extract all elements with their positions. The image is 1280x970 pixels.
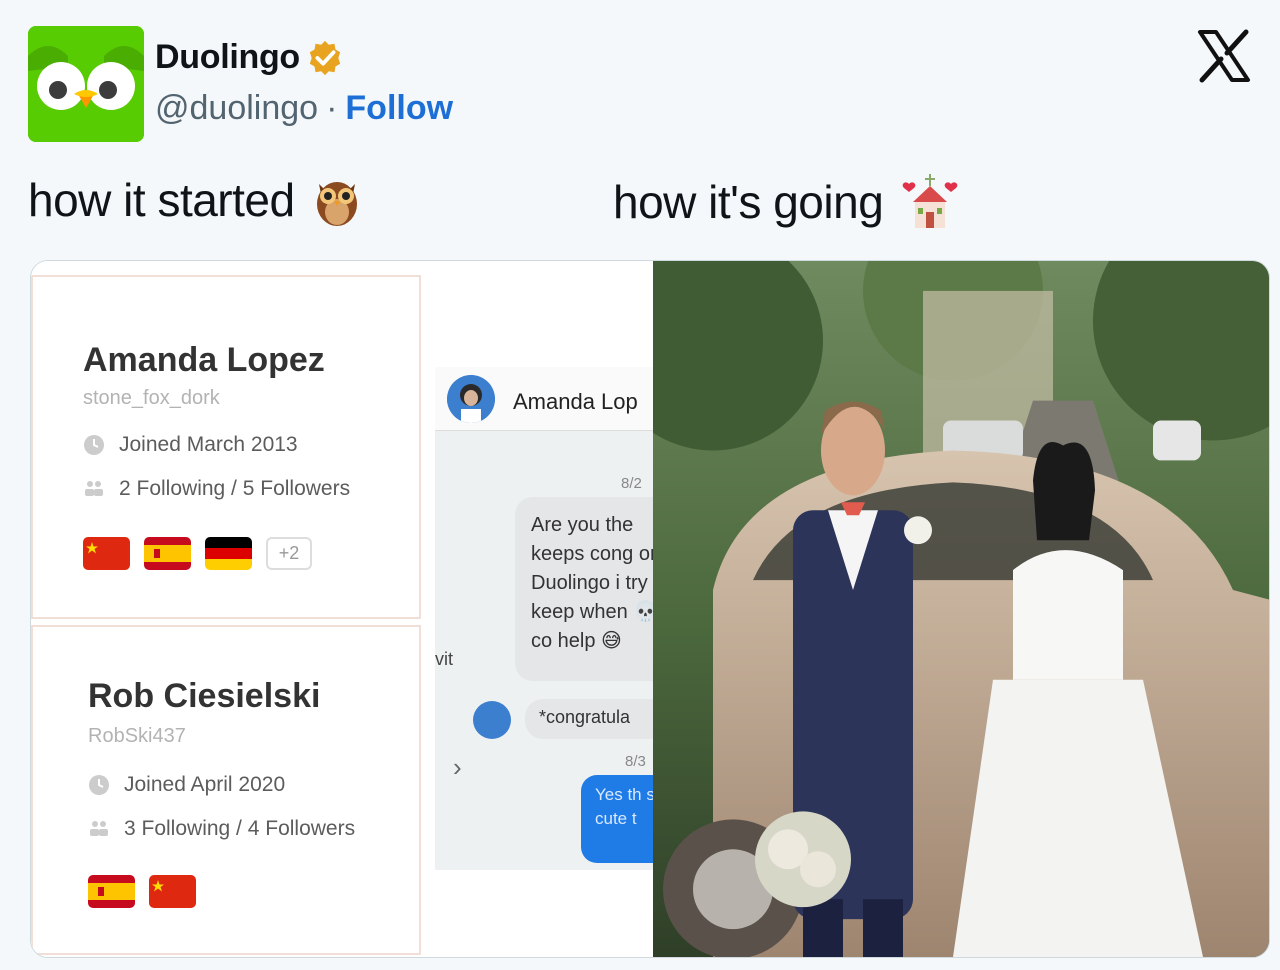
chat-date: 8/2 xyxy=(621,475,642,492)
incoming-message-2: *congratula xyxy=(525,699,653,739)
clock-icon xyxy=(89,775,109,795)
author-name-row[interactable]: Duolingo xyxy=(155,38,453,77)
chat-mini-avatar xyxy=(473,701,511,739)
tweet-text-right: how it's going xyxy=(613,172,959,232)
tweet-media[interactable]: Amanda Lopez stone_fox_dork Joined March… xyxy=(30,260,1270,958)
owl-emoji-icon xyxy=(316,182,357,226)
duolingo-avatar[interactable] xyxy=(28,26,144,142)
joined-text: Joined March 2013 xyxy=(119,433,298,456)
author-name[interactable]: Duolingo xyxy=(155,38,300,77)
duo-owl-icon xyxy=(28,26,144,142)
profile-name: Amanda Lopez xyxy=(83,341,325,379)
author-handle[interactable]: @duolingo xyxy=(155,89,318,128)
chevron-right-icon: › xyxy=(453,752,462,782)
incoming-message: Are you the keeps cong on Duolingo i try… xyxy=(515,497,653,681)
people-icon xyxy=(90,821,108,836)
more-flags-badge: +2 xyxy=(266,537,312,570)
tweet-text-left: how it started xyxy=(28,172,361,228)
joined-row: Joined March 2013 xyxy=(83,433,298,457)
follow-stats-row: 3 Following / 4 Followers xyxy=(88,817,355,841)
spain-flag-icon xyxy=(88,875,135,908)
germany-flag-icon xyxy=(205,537,252,570)
profile-card-rob: Rob Ciesielski RobSki437 Joined April 20… xyxy=(31,625,421,955)
china-flag-icon xyxy=(149,875,196,908)
profile-name: Rob Ciesielski xyxy=(88,677,321,715)
clock-icon xyxy=(84,435,104,455)
verified-badge-icon xyxy=(309,40,341,75)
language-flags: +2 xyxy=(83,537,312,570)
x-logo-icon[interactable] xyxy=(1196,28,1252,84)
chat-date-2: 8/3 xyxy=(625,753,646,770)
chat-header: Amanda Lop xyxy=(435,367,653,431)
chat-contact-name: Amanda Lop xyxy=(513,389,638,414)
wedding-chapel-emoji-icon xyxy=(902,174,958,228)
how-its-going-text: how it's going xyxy=(613,176,884,228)
china-flag-icon xyxy=(83,537,130,570)
follow-button[interactable]: Follow xyxy=(345,89,453,128)
outgoing-message: Yes th sure i cute t xyxy=(581,775,653,863)
joined-text: Joined April 2020 xyxy=(124,773,286,796)
chat-screenshot: Amanda Lop 8/2 vit Are you the keeps con… xyxy=(435,367,653,870)
spain-flag-icon xyxy=(144,537,191,570)
chat-avatar xyxy=(447,375,495,423)
profile-username: RobSki437 xyxy=(88,725,186,747)
follow-stats-row: 2 Following / 5 Followers xyxy=(83,477,350,501)
chat-left-fragment: vit xyxy=(435,649,453,669)
how-it-started-image: Amanda Lopez stone_fox_dork Joined March… xyxy=(31,261,653,957)
language-flags xyxy=(88,875,196,908)
follow-stats-text: 3 Following / 4 Followers xyxy=(124,817,356,840)
people-icon xyxy=(85,481,103,496)
tweet-author: Duolingo @duolingo · Follow xyxy=(155,38,453,128)
joined-row: Joined April 2020 xyxy=(88,773,285,797)
separator: · xyxy=(326,89,338,127)
profile-card-amanda: Amanda Lopez stone_fox_dork Joined March… xyxy=(31,275,421,619)
how-it-started-text: how it started xyxy=(28,174,295,226)
wedding-photo xyxy=(653,261,1269,957)
follow-stats-text: 2 Following / 5 Followers xyxy=(119,477,351,500)
profile-username: stone_fox_dork xyxy=(83,387,220,409)
handle-row: @duolingo · Follow xyxy=(155,89,453,128)
